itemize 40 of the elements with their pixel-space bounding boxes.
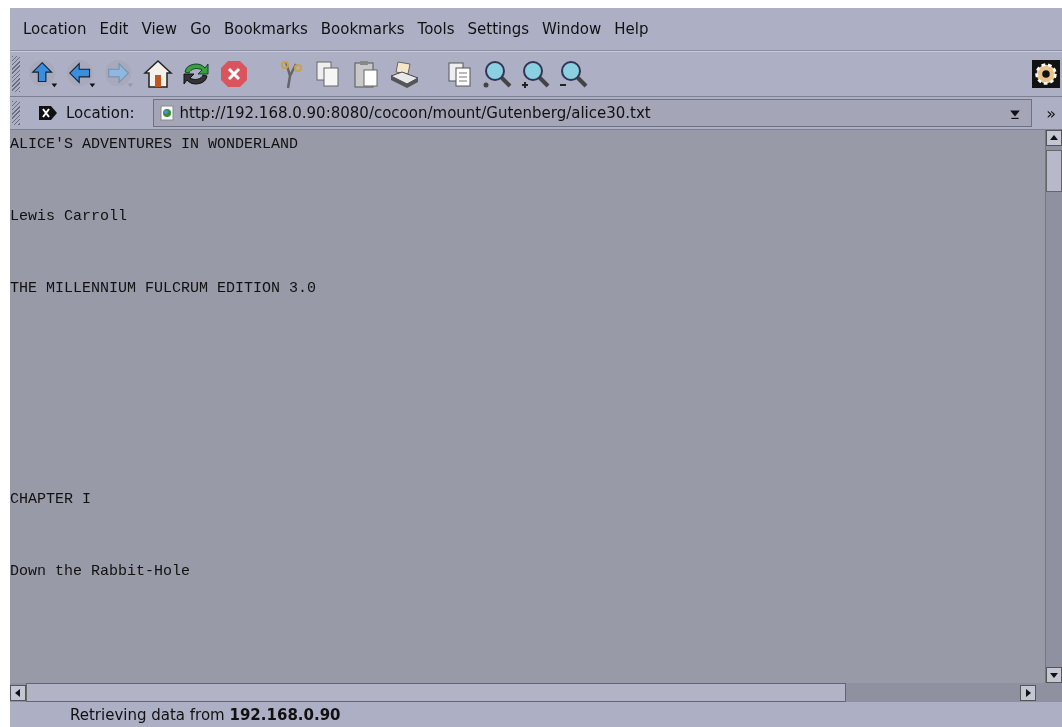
scroll-down-icon xyxy=(1046,667,1062,683)
printer-icon[interactable] xyxy=(388,58,420,90)
search-icon[interactable] xyxy=(482,58,514,90)
menu-item[interactable]: Bookmarks xyxy=(320,20,405,38)
text-line: ALICE'S ADVENTURES IN WONDERLAND xyxy=(10,136,300,153)
scroll-up-icon xyxy=(1046,130,1062,146)
menu-item[interactable]: Settings xyxy=(467,20,530,38)
toolbar-grip[interactable] xyxy=(12,101,20,125)
gear-logo-icon[interactable] xyxy=(1032,60,1060,88)
page-icon xyxy=(159,105,174,121)
text-line: Lewis Carroll xyxy=(10,208,129,225)
menu-item[interactable]: Help xyxy=(614,20,649,38)
horizontal-scrollbar[interactable] xyxy=(10,683,1062,702)
vertical-scrollbar[interactable] xyxy=(1045,130,1062,683)
toolbar-grip[interactable] xyxy=(12,56,20,92)
clear-icon[interactable] xyxy=(38,105,58,121)
text-line: CHAPTER I xyxy=(10,491,92,508)
text-line: THE MILLENNIUM FULCRUM EDITION 3.0 xyxy=(10,280,318,297)
menu-item[interactable]: Location xyxy=(23,20,87,38)
status-text: Retrieving data from 192.168.0.90 xyxy=(70,705,341,724)
up-arrow-icon[interactable] xyxy=(28,58,60,90)
stop-icon[interactable] xyxy=(218,58,250,90)
scroll-left-icon xyxy=(10,684,26,701)
scrollbar-thumb[interactable] xyxy=(1046,150,1062,192)
location-label: Location: xyxy=(66,104,135,122)
menu-item[interactable]: Bookmarks xyxy=(223,20,308,38)
menu-item[interactable]: Edit xyxy=(99,20,129,38)
more-button[interactable]: » xyxy=(1040,103,1062,123)
url-field[interactable]: http://192.168.0.90:8080/cocoon/mount/Gutenberg/alice30.txt xyxy=(152,99,1033,127)
scroll-right-icon xyxy=(1020,684,1036,701)
text-line: Down the Rabbit-Hole xyxy=(10,563,192,580)
scrollbar-thumb[interactable] xyxy=(26,683,846,702)
menu-item[interactable]: View xyxy=(141,20,178,38)
home-icon[interactable] xyxy=(142,58,174,90)
menu-item[interactable]: Tools xyxy=(417,20,455,38)
zoom-out-icon[interactable] xyxy=(558,58,590,90)
back-arrow-icon[interactable] xyxy=(66,58,98,90)
menu-item[interactable]: Go xyxy=(190,20,211,38)
zoom-in-icon[interactable] xyxy=(520,58,552,90)
menu-item[interactable]: Window xyxy=(542,20,602,38)
